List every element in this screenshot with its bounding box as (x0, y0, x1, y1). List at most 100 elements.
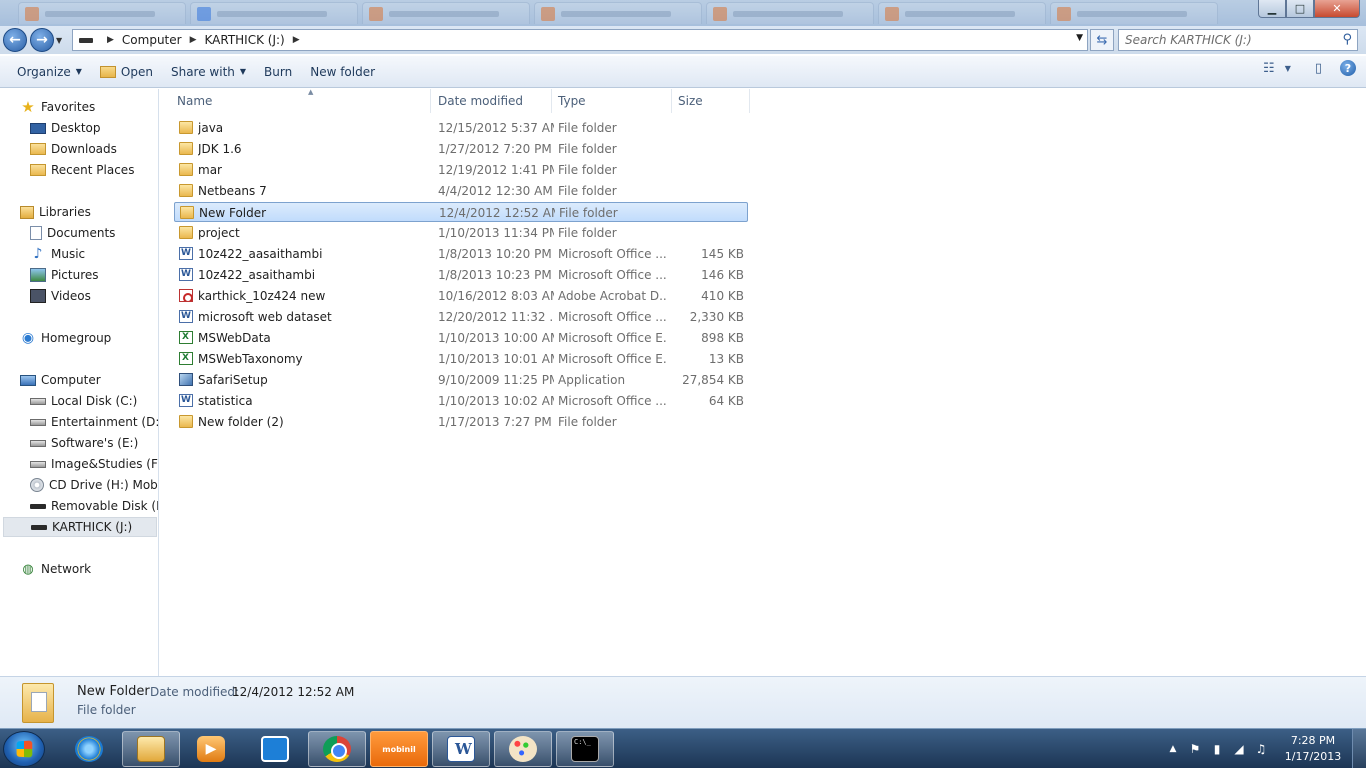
file-row[interactable]: Netbeans 7 4/4/2012 12:30 AM File folder (174, 181, 748, 201)
nav-drive-f[interactable]: Image&Studies (F:) (30, 454, 158, 474)
show-hidden-icons-icon[interactable]: ▲ (1164, 740, 1182, 758)
forward-button[interactable]: → (30, 28, 54, 52)
file-size: 2,330 KB (689, 310, 744, 324)
organize-button[interactable]: Organize ▼ (8, 60, 91, 84)
folder-thumbnail-icon (22, 683, 54, 723)
action-center-flag-icon[interactable]: ⚑ (1186, 740, 1204, 758)
search-icon[interactable]: ⚲ (1342, 32, 1352, 47)
open-button[interactable]: Open (91, 60, 162, 84)
nav-desktop[interactable]: Desktop (30, 118, 158, 138)
network-signal-icon[interactable]: ◢ (1230, 740, 1248, 758)
file-row[interactable]: java 12/15/2012 5:37 AM File folder (174, 118, 748, 138)
back-button[interactable]: ← (3, 28, 27, 52)
help-icon[interactable]: ? (1340, 60, 1356, 76)
chevron-right-icon[interactable]: ▶ (293, 35, 300, 45)
minimize-button[interactable]: ▁ (1258, 0, 1286, 18)
background-tab[interactable] (190, 2, 358, 24)
share-with-button[interactable]: Share with ▼ (162, 60, 255, 84)
close-button[interactable]: ✕ (1314, 0, 1360, 18)
breadcrumb-computer[interactable]: Computer (122, 33, 182, 47)
file-size: 146 KB (701, 268, 744, 282)
nav-drive-d[interactable]: Entertainment (D:) (30, 412, 158, 432)
nav-recent-places[interactable]: Recent Places (30, 160, 158, 180)
nav-drive-e[interactable]: Software's (E:) (30, 433, 158, 453)
preview-pane-icon[interactable]: ▯ (1315, 61, 1322, 76)
background-tab[interactable] (18, 2, 186, 24)
nav-drive-i[interactable]: Removable Disk (I:) (30, 496, 158, 516)
new-folder-button[interactable]: New folder (301, 60, 384, 84)
change-view-icon[interactable]: ☷ (1263, 61, 1275, 76)
nav-computer[interactable]: Computer (20, 370, 101, 390)
nav-documents[interactable]: Documents (30, 223, 158, 243)
nav-favorites[interactable]: ★ Favorites (20, 97, 95, 117)
background-tab[interactable] (534, 2, 702, 24)
search-input[interactable] (1125, 33, 1325, 47)
column-header-date[interactable]: Date modified (432, 89, 552, 113)
background-tab[interactable] (1050, 2, 1218, 24)
background-tab-strip: ▁ □ ✕ (0, 0, 1366, 26)
taskbar-paint[interactable] (494, 731, 552, 767)
sort-ascending-icon: ▲ (308, 88, 314, 96)
taskbar-media-player[interactable] (182, 731, 240, 767)
taskbar-internet-explorer[interactable] (60, 731, 118, 767)
file-row[interactable]: karthick_10z424 new 10/16/2012 8:03 AM Ado… (174, 286, 748, 306)
file-row[interactable]: MSWebTaxonomy 1/10/2013 10:01 AM Microsoft… (174, 349, 748, 369)
breadcrumb-drive-j[interactable]: KARTHICK (J:) (205, 33, 285, 47)
nav-music[interactable]: ♪ Music (30, 244, 158, 264)
nav-downloads[interactable]: Downloads (30, 139, 158, 159)
clock[interactable]: 7:28 PM 1/17/2013 (1278, 733, 1348, 765)
address-history-dropdown[interactable]: ▼ (1076, 33, 1083, 43)
column-header-type[interactable]: Type (552, 89, 672, 113)
background-tab[interactable] (362, 2, 530, 24)
nav-drive-c[interactable]: Local Disk (C:) (30, 391, 158, 411)
file-row[interactable]: MSWebData 1/10/2013 10:00 AM Microsoft Off… (174, 328, 748, 348)
file-row[interactable]: mar 12/19/2012 1:41 PM File folder (174, 160, 748, 180)
file-type: Application (558, 373, 626, 387)
file-type: File folder (558, 226, 617, 240)
file-row[interactable]: 10z422_asaithambi 1/8/2013 10:23 PM Micros… (174, 265, 748, 285)
nav-network[interactable]: ◍ Network (20, 559, 91, 579)
file-row[interactable]: New folder (2) 1/17/2013 7:27 PM File fold… (174, 412, 748, 432)
file-type: File folder (558, 163, 617, 177)
file-name: 10z422_asaithambi (198, 268, 316, 282)
file-date-modified: 1/8/2013 10:23 PM (438, 268, 552, 282)
chevron-right-icon[interactable]: ▶ (107, 35, 114, 45)
recent-pages-dropdown[interactable]: ▼ (56, 36, 66, 45)
nav-drive-j[interactable]: KARTHICK (J:) (3, 517, 157, 537)
file-row[interactable]: project 1/10/2013 11:34 PM File folder (174, 223, 748, 243)
file-row[interactable]: microsoft web dataset 12/20/2012 11:32 ..… (174, 307, 748, 327)
burn-button[interactable]: Burn (255, 60, 301, 84)
taskbar-mobinil[interactable]: mobinil (370, 731, 428, 767)
taskbar-word[interactable] (432, 731, 490, 767)
file-row[interactable]: statistica 1/10/2013 10:02 AM Microsoft Of… (174, 391, 748, 411)
nav-videos[interactable]: Videos (30, 286, 158, 306)
folder-icon (179, 415, 193, 428)
nav-pictures[interactable]: Pictures (30, 265, 158, 285)
file-row[interactable]: SafariSetup 9/10/2009 11:25 PM Application… (174, 370, 748, 390)
show-desktop-button[interactable] (1352, 729, 1366, 768)
mobinil-label: mobinil (382, 744, 416, 754)
volume-icon[interactable]: ♫ (1252, 740, 1270, 758)
taskbar-maxthon[interactable] (246, 731, 304, 767)
refresh-button[interactable]: ⇆ (1090, 29, 1114, 51)
background-tab[interactable] (706, 2, 874, 24)
nav-homegroup[interactable]: ◉ Homegroup (20, 328, 111, 348)
nav-libraries[interactable]: Libraries (20, 202, 91, 222)
network-icon: ◍ (22, 561, 34, 577)
background-tab[interactable] (878, 2, 1046, 24)
start-button[interactable] (3, 731, 45, 767)
file-row[interactable]: New Folder 12/4/2012 12:52 AM File folder (174, 202, 748, 222)
maximize-button[interactable]: □ (1286, 0, 1314, 18)
column-header-name[interactable]: Name ▲ (171, 88, 431, 113)
column-header-size[interactable]: Size (672, 89, 750, 113)
chevron-down-icon[interactable]: ▼ (1285, 64, 1291, 73)
taskbar-chrome[interactable] (308, 731, 366, 767)
breadcrumb[interactable]: ▶ Computer ▶ KARTHICK (J:) ▶ ▼ (72, 29, 1088, 51)
file-row[interactable]: JDK 1.6 1/27/2012 7:20 PM File folder (174, 139, 748, 159)
nav-drive-h[interactable]: CD Drive (H:) Mobinil (30, 475, 158, 495)
chevron-right-icon[interactable]: ▶ (190, 35, 197, 45)
taskbar-command-prompt[interactable] (556, 731, 614, 767)
file-row[interactable]: 10z422_aasaithambi 1/8/2013 10:20 PM Micro… (174, 244, 748, 264)
battery-icon[interactable]: ▮ (1208, 740, 1226, 758)
taskbar-windows-explorer[interactable] (122, 731, 180, 767)
